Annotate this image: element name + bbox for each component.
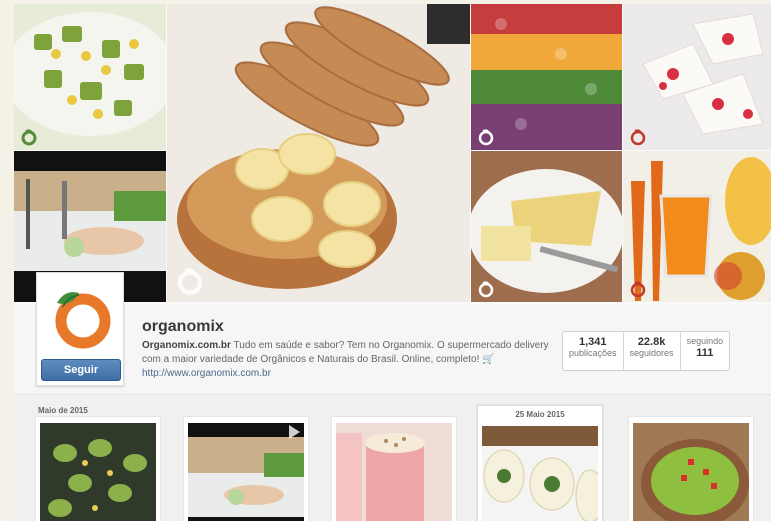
organomix-badge-icon — [20, 128, 38, 146]
profile-stats: 1,341 publicações 22.8k seguidores segui… — [562, 331, 731, 371]
stat-followers[interactable]: 22.8k seguidores — [624, 332, 681, 370]
photo-zucchini-corn[interactable] — [14, 4, 166, 150]
bio-site-name: Organomix.com.br — [142, 340, 231, 351]
profile-header: Seguir organomix Organomix.com.br Tudo e… — [14, 272, 771, 395]
photo-strawberry-bark[interactable] — [623, 4, 771, 150]
organomix-badge-icon — [477, 280, 495, 298]
avatar[interactable]: Seguir — [36, 272, 124, 386]
stat-posts[interactable]: 1,341 publicações — [563, 332, 624, 370]
photo-chopped-vegetables[interactable] — [471, 4, 622, 150]
organomix-badge-icon — [629, 280, 647, 298]
username: organomix — [142, 318, 224, 335]
feed-month-label: Maio de 2015 — [38, 406, 88, 415]
photo-quiche-slice[interactable] — [471, 151, 622, 302]
organomix-logo-icon — [43, 279, 117, 353]
feed-post-date: 25 Maio 2015 — [515, 410, 565, 419]
stat-following[interactable]: seguindo 111 — [681, 332, 730, 370]
profile-bio: Organomix.com.br Tudo em saúde e sabor? … — [142, 339, 552, 381]
instagram-profile-page: Seguir organomix Organomix.com.br Tudo e… — [14, 4, 771, 521]
organomix-badge-icon — [175, 266, 205, 296]
organomix-badge-icon — [629, 128, 647, 146]
feed-post[interactable] — [629, 417, 753, 521]
feed-post-highlighted[interactable]: 25 Maio 2015 — [477, 405, 603, 521]
organomix-badge-icon — [477, 128, 495, 146]
feed-post[interactable] — [36, 417, 160, 521]
photo-carrot-juice[interactable] — [623, 151, 771, 302]
website-link[interactable]: http://www.organomix.com.br — [142, 368, 271, 379]
video-play-icon — [289, 425, 300, 439]
feed-post[interactable] — [184, 417, 308, 521]
photo-banana-pancakes[interactable] — [167, 4, 470, 302]
feed-post[interactable] — [332, 417, 456, 521]
feed-timeline: Maio de 2015 25 Maio 2015 — [14, 395, 771, 521]
follow-button[interactable]: Seguir — [41, 359, 121, 381]
